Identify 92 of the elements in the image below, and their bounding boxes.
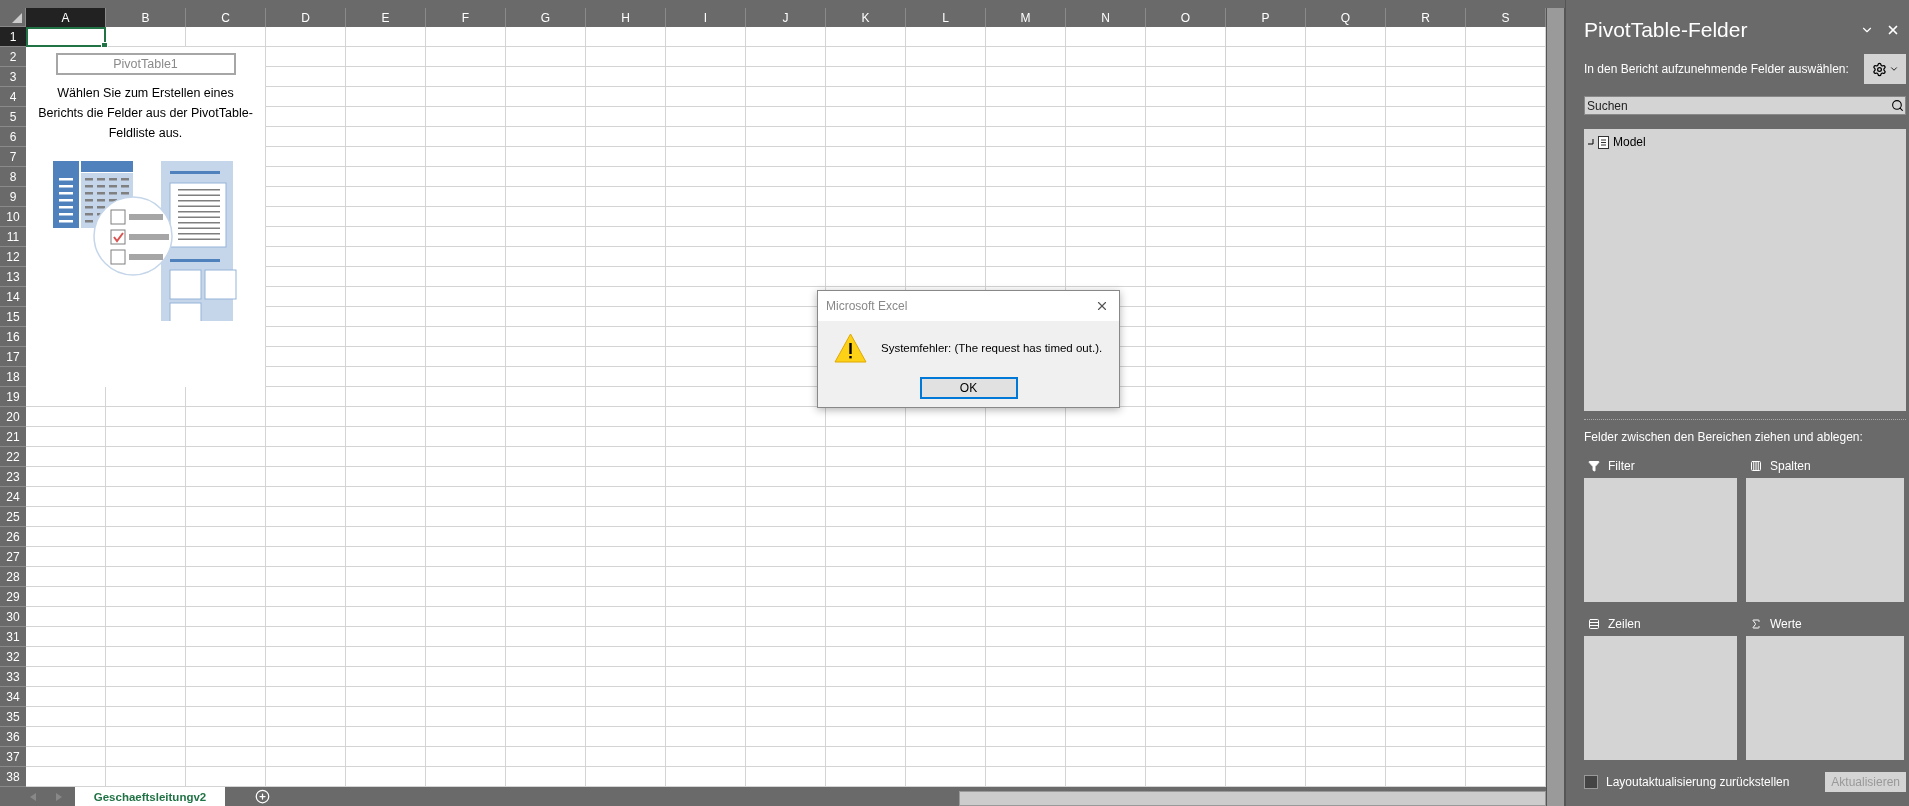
column-header[interactable]: H <box>586 8 666 27</box>
add-sheet-icon[interactable] <box>255 789 270 804</box>
column-header[interactable]: Q <box>1306 8 1386 27</box>
column-header[interactable]: C <box>186 8 266 27</box>
area-label: Filter <box>1608 459 1635 473</box>
settings-button[interactable] <box>1864 54 1906 84</box>
pivot-instructions: Wählen Sie zum Erstellen eines Berichts die Felder aus der PivotTable-Feldliste aus. <box>38 85 253 142</box>
column-header[interactable]: I <box>666 8 746 27</box>
sheet-tab[interactable]: Geschaeftsleitungv2 <box>75 787 225 806</box>
row-header[interactable]: 18 <box>0 367 26 387</box>
area-label: Werte <box>1770 617 1802 631</box>
row-header[interactable]: 12 <box>0 247 26 267</box>
close-icon[interactable] <box>1886 23 1900 37</box>
area-label: Zeilen <box>1608 617 1641 631</box>
row-header[interactable]: 15 <box>0 307 26 327</box>
column-header[interactable]: F <box>426 8 506 27</box>
row-header[interactable]: 36 <box>0 727 26 747</box>
row-header[interactable]: 17 <box>0 347 26 367</box>
areas-heading: Felder zwischen den Bereichen ziehen und ablegen: <box>1584 430 1864 444</box>
row-header[interactable]: 19 <box>0 387 26 407</box>
row-header[interactable]: 11 <box>0 227 26 247</box>
row-header[interactable]: 4 <box>0 87 26 107</box>
row-header[interactable]: 16 <box>0 327 26 347</box>
tree-line-icon <box>1588 139 1594 145</box>
column-header[interactable]: N <box>1066 8 1146 27</box>
dialog-message: Systemfehler: (The request has timed out.). <box>881 342 1103 354</box>
column-header[interactable]: K <box>826 8 906 27</box>
row-header[interactable]: 1 <box>0 27 26 47</box>
row-header[interactable]: 8 <box>0 167 26 187</box>
caret-icon <box>1888 64 1899 74</box>
row-header[interactable]: 9 <box>0 187 26 207</box>
rows-icon <box>1588 618 1600 630</box>
row-header[interactable]: 3 <box>0 67 26 87</box>
row-header[interactable]: 14 <box>0 287 26 307</box>
horizontal-scrollbar[interactable] <box>959 791 1546 806</box>
column-header[interactable]: A <box>26 8 106 27</box>
area-label: Spalten <box>1770 459 1811 473</box>
gear-icon <box>1871 61 1887 77</box>
column-header[interactable]: J <box>746 8 826 27</box>
row-header[interactable]: 25 <box>0 507 26 527</box>
selected-cell[interactable] <box>26 27 106 47</box>
defer-checkbox[interactable] <box>1584 775 1598 789</box>
row-header[interactable]: 37 <box>0 747 26 767</box>
sigma-icon <box>1750 618 1762 630</box>
vertical-scrollbar[interactable] <box>1546 8 1565 806</box>
defer-label: Layoutaktualisierung zurückstellen <box>1606 775 1790 789</box>
row-header[interactable]: 24 <box>0 487 26 507</box>
close-icon[interactable] <box>1095 299 1109 313</box>
pivot-table-name: PivotTable1 <box>55 53 236 75</box>
row-header[interactable]: 33 <box>0 667 26 687</box>
column-header[interactable]: P <box>1226 8 1306 27</box>
column-header[interactable]: D <box>266 8 346 27</box>
row-header[interactable]: 27 <box>0 547 26 567</box>
pane-title: PivotTable-Felder <box>1584 18 1748 42</box>
row-header[interactable]: 38 <box>0 767 26 787</box>
row-header[interactable]: 35 <box>0 707 26 727</box>
column-header[interactable]: L <box>906 8 986 27</box>
table-icon <box>1598 135 1609 149</box>
search-field[interactable]: Suchen <box>1584 96 1906 115</box>
dialog-title: Microsoft Excel <box>826 299 908 313</box>
column-header[interactable]: R <box>1386 8 1466 27</box>
row-header[interactable]: 6 <box>0 127 26 147</box>
row-header[interactable]: 28 <box>0 567 26 587</box>
field-item[interactable]: Model <box>1588 135 1902 149</box>
row-header[interactable]: 22 <box>0 447 26 467</box>
pane-subtitle: In den Bericht aufzunehmende Felder auswählen: <box>1584 62 1849 76</box>
column-header[interactable]: M <box>986 8 1066 27</box>
ok-button[interactable]: OK <box>919 377 1018 399</box>
row-header[interactable]: 30 <box>0 607 26 627</box>
row-header[interactable]: 26 <box>0 527 26 547</box>
select-all-icon[interactable] <box>12 13 22 23</box>
row-header[interactable]: 21 <box>0 427 26 447</box>
row-header[interactable]: 29 <box>0 587 26 607</box>
columns-icon <box>1750 460 1762 472</box>
column-header[interactable]: S <box>1466 8 1546 27</box>
column-header[interactable]: B <box>106 8 186 27</box>
column-header[interactable]: G <box>506 8 586 27</box>
filter-icon <box>1588 460 1600 472</box>
row-header[interactable]: 20 <box>0 407 26 427</box>
column-header[interactable]: O <box>1146 8 1226 27</box>
row-header[interactable]: 5 <box>0 107 26 127</box>
row-header[interactable]: 7 <box>0 147 26 167</box>
row-header[interactable]: 34 <box>0 687 26 707</box>
search-icon <box>1891 99 1904 112</box>
row-header[interactable]: 10 <box>0 207 26 227</box>
row-header[interactable]: 13 <box>0 267 26 287</box>
row-header[interactable]: 31 <box>0 627 26 647</box>
row-header[interactable]: 23 <box>0 467 26 487</box>
column-header[interactable]: E <box>346 8 426 27</box>
row-header[interactable]: 2 <box>0 47 26 67</box>
row-header[interactable]: 32 <box>0 647 26 667</box>
warning-icon <box>834 333 867 363</box>
